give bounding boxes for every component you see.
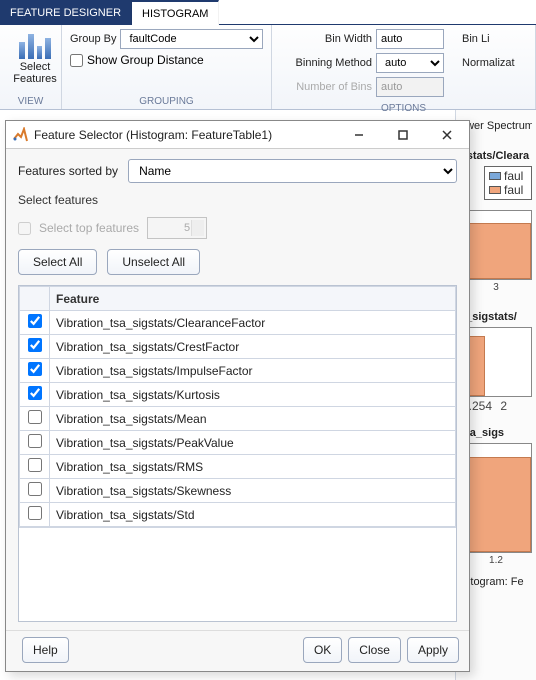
dialog-footer: Help OK Close Apply [6,630,469,671]
ok-button[interactable]: OK [303,637,342,663]
bin-limits-label: Bin Li [462,33,490,45]
table-row[interactable]: Vibration_tsa_sigstats/CrestFactor [20,335,456,359]
normalization-label: Normalizat [462,57,515,69]
binning-method-select[interactable]: auto [376,53,444,73]
feature-checkbox[interactable] [28,506,42,520]
select-features-button[interactable]: Select Features [8,29,62,85]
ribbon-body: Select Features VIEW Group By faultCode … [0,25,536,110]
mini-chart-2 [460,327,532,397]
binning-method-label: Binning Method [280,57,372,69]
sorted-by-label: Features sorted by [18,164,118,178]
minimize-button[interactable] [337,121,381,149]
feature-table: Feature Vibration_tsa_sigstats/Clearance… [18,285,457,622]
bg-footer: listogram: Fe [460,576,532,588]
feature-name: Vibration_tsa_sigstats/PeakValue [50,431,456,455]
tab-histogram[interactable]: HISTOGRAM [132,0,219,25]
maximize-button[interactable] [381,121,425,149]
chart-title-1: gstats/Cleara [460,150,532,162]
view-group-label: VIEW [8,94,53,107]
table-row[interactable]: Vibration_tsa_sigstats/Skewness [20,479,456,503]
feature-checkbox[interactable] [28,410,42,424]
feature-checkbox[interactable] [28,386,42,400]
sorted-by-select[interactable]: Name [128,159,457,183]
chart-title-2: a_sigstats/ [460,311,532,323]
group-by-select[interactable]: faultCode [120,29,263,49]
close-button[interactable]: Close [348,637,401,663]
feature-name: Vibration_tsa_sigstats/RMS [50,455,456,479]
feature-checkbox[interactable] [28,482,42,496]
help-button[interactable]: Help [22,637,69,663]
feature-name: Vibration_tsa_sigstats/Mean [50,407,456,431]
table-row[interactable]: Vibration_tsa_sigstats/Kurtosis [20,383,456,407]
close-window-button[interactable] [425,121,469,149]
tick-3: 1.2 [460,555,532,566]
feature-checkbox[interactable] [28,434,42,448]
select-top-checkbox [18,222,31,235]
feature-checkbox[interactable] [28,458,42,472]
chart-title-3: tsa_sigs [460,427,532,439]
table-row[interactable]: Vibration_tsa_sigstats/RMS [20,455,456,479]
select-features-label: Select Features [13,61,56,85]
num-bins-input [376,77,444,97]
checkbox-column-header [20,287,50,311]
feature-name: Vibration_tsa_sigstats/Kurtosis [50,383,456,407]
feature-checkbox[interactable] [28,314,42,328]
grouping-group-label: GROUPING [70,94,263,107]
unselect-all-button[interactable]: Unselect All [107,249,200,275]
feature-column-header: Feature [50,287,456,311]
ribbon-tabs: FEATURE DESIGNER HISTOGRAM [0,0,536,25]
feature-name: Vibration_tsa_sigstats/Skewness [50,479,456,503]
show-group-distance-checkbox[interactable] [70,54,83,67]
power-spectrum-label: ower Spectrum: [460,120,532,132]
feature-checkbox[interactable] [28,338,42,352]
bin-width-label: Bin Width [280,33,372,45]
feature-name: Vibration_tsa_sigstats/Std [50,503,456,527]
bars-icon [19,31,51,59]
tick-1: 3 [460,282,532,293]
feature-name: Vibration_tsa_sigstats/ClearanceFactor [50,311,456,335]
select-all-button[interactable]: Select All [18,249,97,275]
table-row[interactable]: Vibration_tsa_sigstats/ClearanceFactor [20,311,456,335]
feature-selector-dialog: Feature Selector (Histogram: FeatureTabl… [5,120,470,672]
select-features-hint: Select features [18,193,457,207]
matlab-icon [12,127,28,143]
feature-name: Vibration_tsa_sigstats/CrestFactor [50,335,456,359]
feature-name: Vibration_tsa_sigstats/ImpulseFactor [50,359,456,383]
table-row[interactable]: Vibration_tsa_sigstats/PeakValue [20,431,456,455]
tab-feature-designer[interactable]: FEATURE DESIGNER [0,0,132,25]
select-top-label: Select top features [39,221,139,235]
select-top-spinner: 5 [147,217,207,239]
num-bins-label: Number of Bins [280,81,372,93]
legend-swatch-a [489,172,501,180]
mini-chart-1 [460,210,532,280]
table-row[interactable]: Vibration_tsa_sigstats/Std [20,503,456,527]
show-group-distance-label: Show Group Distance [87,53,204,67]
bin-width-input[interactable] [376,29,444,49]
table-row[interactable]: Vibration_tsa_sigstats/ImpulseFactor [20,359,456,383]
group-by-label: Group By [70,33,116,45]
mini-chart-3 [460,443,532,553]
feature-checkbox[interactable] [28,362,42,376]
legend: faul faul [484,166,532,200]
legend-swatch-b [489,186,501,194]
tick-2: 2.254 2 [460,399,532,413]
apply-button[interactable]: Apply [407,637,459,663]
dialog-title: Feature Selector (Histogram: FeatureTabl… [34,128,337,142]
table-row[interactable]: Vibration_tsa_sigstats/Mean [20,407,456,431]
titlebar[interactable]: Feature Selector (Histogram: FeatureTabl… [6,121,469,149]
